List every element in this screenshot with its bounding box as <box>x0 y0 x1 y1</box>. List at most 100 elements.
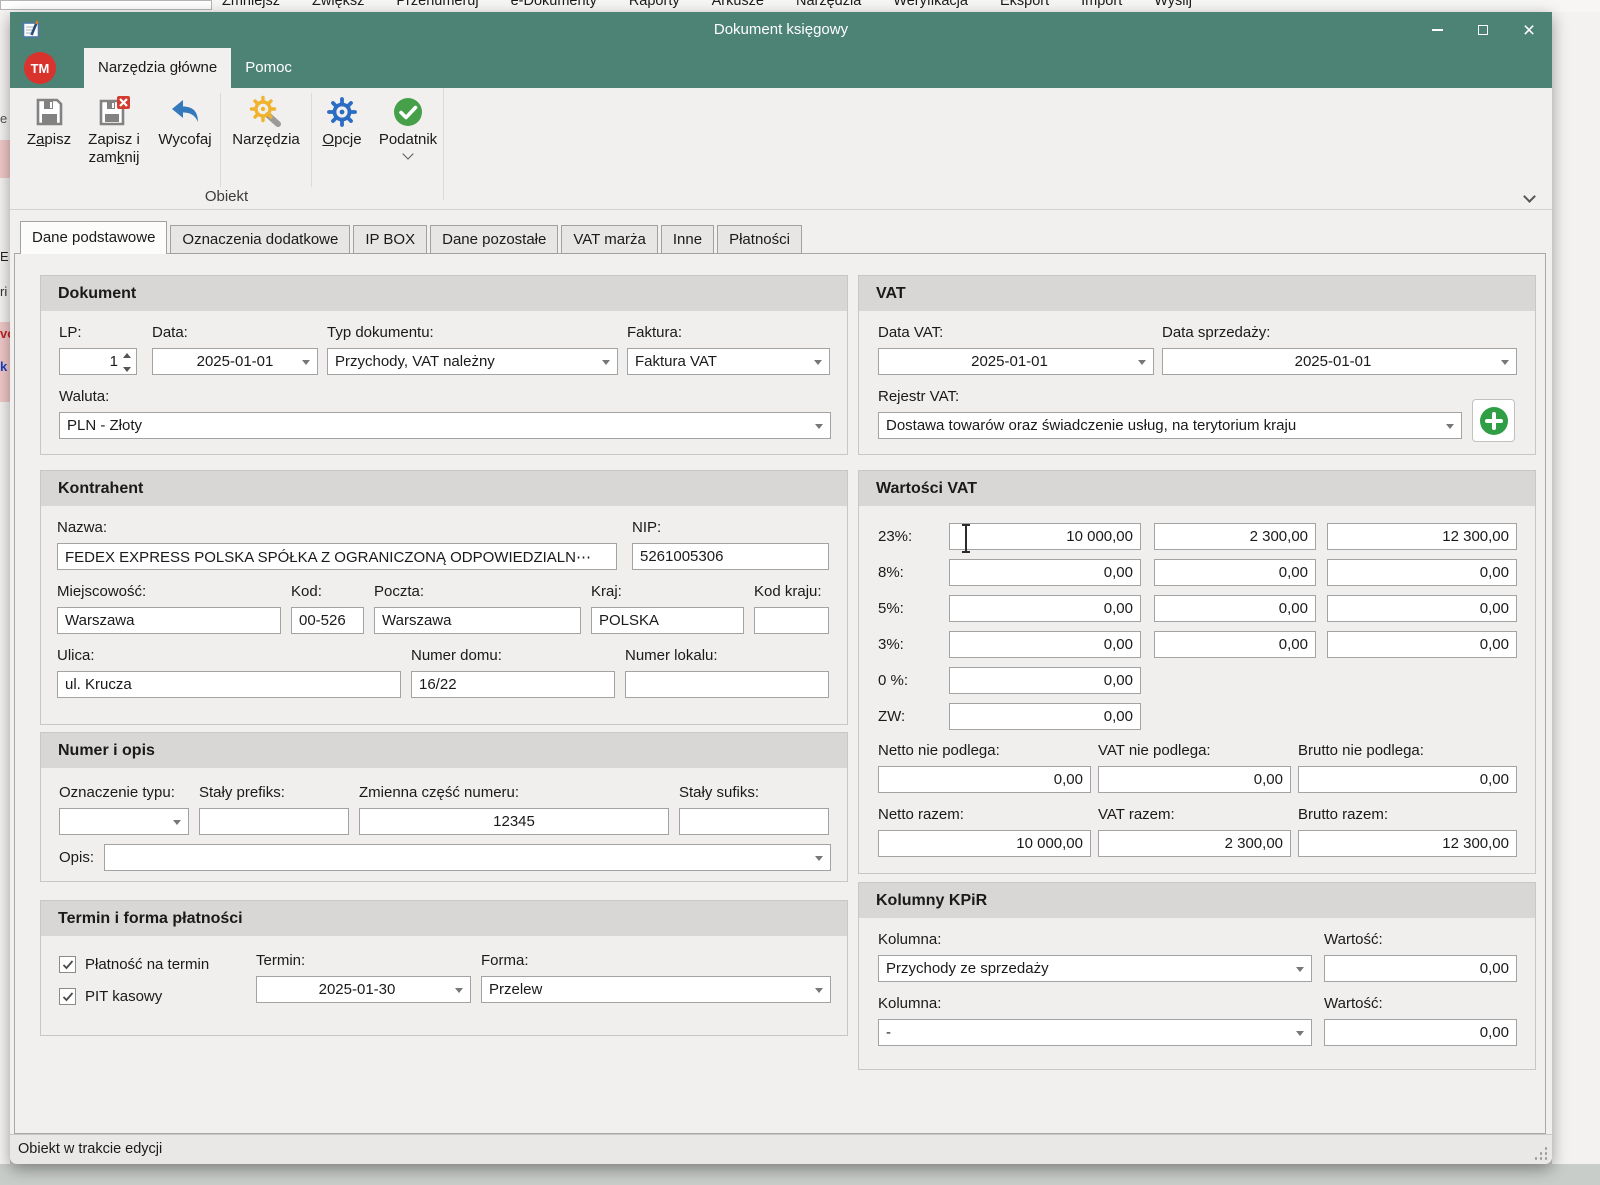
lp-spinner[interactable]: 1 <box>59 348 137 375</box>
title-bar[interactable]: Dokument księgowy × <box>10 12 1552 48</box>
numer-domu-input[interactable]: 16/22 <box>411 671 615 698</box>
nip-input[interactable]: 5261005306 <box>632 543 829 570</box>
bg-menu-item[interactable]: Narzędzia <box>796 0 861 9</box>
tab-dane-podstawowe[interactable]: Dane podstawowe <box>20 221 167 254</box>
vat23-vat-input[interactable]: 2 300,00 <box>1154 523 1316 550</box>
staly-prefiks-input[interactable] <box>199 808 349 835</box>
bg-menu-item[interactable]: Przenumeruj <box>396 0 478 9</box>
bg-menu-item[interactable]: Import <box>1081 0 1122 9</box>
nazwa-input[interactable]: FEDEX EXPRESS POLSKA SPÓŁKA Z OGRANICZON… <box>57 543 617 570</box>
vat-razem-input[interactable]: 2 300,00 <box>1098 830 1291 857</box>
kod-input[interactable]: 00-526 <box>291 607 364 634</box>
vat5-brutto-input[interactable]: 0,00 <box>1327 595 1517 622</box>
tab-content-panel: Dokument LP: 1 Data: 2025-01-01 <box>14 253 1546 1134</box>
bg-menu-item[interactable]: Wyślij <box>1154 0 1192 9</box>
kraj-label: Kraj: <box>591 583 744 600</box>
spinner-arrows[interactable] <box>122 353 132 372</box>
tab-oznaczenia-dodatkowe[interactable]: Oznaczenia dodatkowe <box>170 225 350 254</box>
dropdown-arrow-icon <box>302 360 310 365</box>
wartosc-input[interactable]: 0,00 <box>1324 1019 1517 1046</box>
section-header: Numer i opis <box>41 733 847 768</box>
rejestr-vat-combobox[interactable]: Dostawa towarów oraz świadczenie usług, … <box>878 412 1462 439</box>
app-logo-badge[interactable]: TM <box>24 52 56 84</box>
zmienna-czesc-input[interactable]: 12345 <box>359 808 669 835</box>
tab-dane-pozostale[interactable]: Dane pozostałe <box>430 225 558 254</box>
ribbon-collapse-button[interactable] <box>1525 192 1534 201</box>
data-combobox[interactable]: 2025-01-01 <box>152 348 318 375</box>
brutto-nie-podlega-input[interactable]: 0,00 <box>1298 766 1517 793</box>
waluta-combobox[interactable]: PLN - Złoty <box>59 412 831 439</box>
platnosc-na-termin-checkbox[interactable]: Płatność na termin <box>59 956 256 973</box>
vat8-brutto-input[interactable]: 0,00 <box>1327 559 1517 586</box>
faktura-combobox[interactable]: Faktura VAT <box>627 348 830 375</box>
bg-menu-item[interactable]: e-Dokumenty <box>511 0 597 9</box>
vat3-vat-input[interactable]: 0,00 <box>1154 631 1316 658</box>
vat5-vat-input[interactable]: 0,00 <box>1154 595 1316 622</box>
maximize-button[interactable] <box>1460 12 1506 48</box>
section-header: Dokument <box>41 276 847 311</box>
minimize-button[interactable] <box>1414 12 1460 48</box>
bg-menu-item[interactable]: Weryfikacja <box>893 0 968 9</box>
tab-platnosci[interactable]: Płatności <box>717 225 802 254</box>
bg-menu-item[interactable]: Arkusze <box>712 0 764 9</box>
maximize-icon <box>1478 25 1488 35</box>
bg-menu-item[interactable]: Zmniejsz <box>222 0 280 9</box>
miejscowosc-input[interactable]: Warszawa <box>57 607 281 634</box>
bg-menu-item[interactable]: Zwiększ <box>312 0 364 9</box>
taxpayer-button[interactable]: Podatnik <box>370 91 446 158</box>
kolumna-combobox[interactable]: - <box>878 1019 1312 1046</box>
wartosc-input[interactable]: 0,00 <box>1324 955 1517 982</box>
minimize-icon <box>1432 29 1443 31</box>
numer-lokalu-input[interactable] <box>625 671 829 698</box>
bg-menu-item[interactable]: Eksport <box>1000 0 1049 9</box>
tab-ip-box[interactable]: IP BOX <box>353 225 427 254</box>
vatzw-netto-input[interactable]: 0,00 <box>949 703 1141 730</box>
gear-icon <box>325 93 359 131</box>
save-button[interactable]: Zapisz <box>22 91 76 149</box>
netto-nie-podlega-input[interactable]: 0,00 <box>878 766 1091 793</box>
vat23-brutto-input[interactable]: 12 300,00 <box>1327 523 1517 550</box>
background-text-fragment: e <box>0 112 7 125</box>
bg-menu-item[interactable]: Raporty <box>629 0 680 9</box>
typ-dokumentu-combobox[interactable]: Przychody, VAT należny <box>327 348 618 375</box>
vat23-netto-input[interactable]: 10 000,00 <box>949 523 1141 550</box>
vat0-netto-input[interactable]: 0,00 <box>949 667 1141 694</box>
pit-kasowy-checkbox[interactable]: PIT kasowy <box>59 988 256 1005</box>
add-vat-register-button[interactable] <box>1472 399 1515 442</box>
vat8-vat-input[interactable]: 0,00 <box>1154 559 1316 586</box>
kraj-input[interactable]: POLSKA <box>591 607 744 634</box>
save-and-close-button[interactable]: Zapisz i zamknij <box>76 91 152 167</box>
vat8-netto-input[interactable]: 0,00 <box>949 559 1141 586</box>
termin-combobox[interactable]: 2025-01-30 <box>256 976 471 1003</box>
forma-combobox[interactable]: Przelew <box>481 976 831 1003</box>
vat-rate-label: 5%: <box>878 595 944 622</box>
undo-button[interactable]: Wycofaj <box>152 91 218 149</box>
ulica-input[interactable]: ul. Krucza <box>57 671 401 698</box>
data-vat-combobox[interactable]: 2025-01-01 <box>878 348 1154 375</box>
close-button[interactable]: × <box>1506 12 1552 48</box>
vat5-netto-input[interactable]: 0,00 <box>949 595 1141 622</box>
status-bar: Obiekt w trakcie edycji <box>10 1134 1552 1164</box>
options-button[interactable]: Opcje <box>314 91 370 149</box>
data-sprzedazy-combobox[interactable]: 2025-01-01 <box>1162 348 1517 375</box>
netto-razem-input[interactable]: 10 000,00 <box>878 830 1091 857</box>
vat-nie-podlega-input[interactable]: 0,00 <box>1098 766 1291 793</box>
kolumna-combobox[interactable]: Przychody ze sprzedaży <box>878 955 1312 982</box>
oznaczenie-typu-combobox[interactable] <box>59 808 189 835</box>
resize-grip[interactable] <box>1535 1147 1547 1159</box>
ribbon-tab-narzedzia-glowne[interactable]: Narzędzia główne <box>84 48 231 88</box>
vat3-brutto-input[interactable]: 0,00 <box>1327 631 1517 658</box>
brutto-razem-label: Brutto razem: <box>1298 806 1517 823</box>
tools-button[interactable]: Narzędzia <box>223 91 309 149</box>
tab-inne[interactable]: Inne <box>661 225 714 254</box>
poczta-input[interactable]: Warszawa <box>374 607 581 634</box>
kod-kraju-input[interactable] <box>754 607 829 634</box>
opis-combobox[interactable] <box>104 844 831 871</box>
opis-label: Opis: <box>59 849 97 866</box>
window-title: Dokument księgowy <box>10 12 1552 48</box>
brutto-razem-input[interactable]: 12 300,00 <box>1298 830 1517 857</box>
staly-sufiks-input[interactable] <box>679 808 829 835</box>
tab-vat-marza[interactable]: VAT marża <box>561 225 658 254</box>
ribbon-tab-pomoc[interactable]: Pomoc <box>231 48 306 88</box>
vat3-netto-input[interactable]: 0,00 <box>949 631 1141 658</box>
